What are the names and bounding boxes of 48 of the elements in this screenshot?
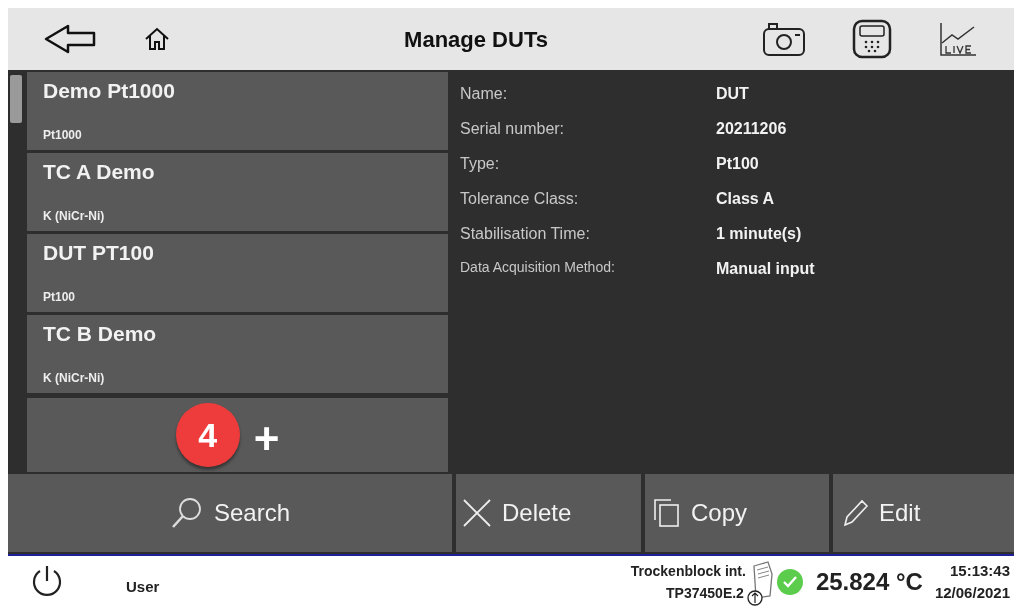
detail-label: Type: <box>460 154 501 174</box>
detail-label: Name: <box>460 84 509 104</box>
device-name: Trockenblock int. <box>630 562 746 581</box>
dut-type: Pt100 <box>43 289 77 306</box>
dut-list-item[interactable]: Demo Pt1000 Pt1000 <box>27 72 448 150</box>
detail-value: 1 minute(s) <box>716 224 803 244</box>
dut-name: TC B Demo <box>43 321 158 347</box>
detail-value: Manual input <box>716 259 816 279</box>
detail-label: Stabilisation Time: <box>460 224 591 244</box>
detail-value: 20211206 <box>716 119 788 139</box>
dut-type: K (NiCr-Ni) <box>43 208 106 225</box>
scrollbar-thumb[interactable] <box>10 75 22 123</box>
dut-type: Pt1000 <box>43 127 83 144</box>
add-dut-button[interactable]: 4 + <box>27 398 448 472</box>
search-icon <box>169 496 204 530</box>
dut-list-item[interactable]: DUT PT100 Pt100 <box>27 234 448 312</box>
detail-label: Serial number: <box>460 119 566 139</box>
copy-button[interactable]: Copy <box>645 474 829 552</box>
step-badge: 4 <box>175 403 240 467</box>
detail-label: Data Acquisition Method: <box>460 258 616 277</box>
screen-title: Manage DUTs <box>403 25 549 54</box>
detail-value: Pt100 <box>716 154 760 174</box>
detail-value: Class A <box>716 189 776 209</box>
dut-type: K (NiCr-Ni) <box>43 370 106 387</box>
temperature-reading: 25.824 °C <box>815 567 923 597</box>
clock-date: 12/06/2021 <box>934 583 1010 603</box>
dut-list-item[interactable]: TC B Demo K (NiCr-Ni) <box>27 315 448 393</box>
camera-icon[interactable] <box>762 21 806 57</box>
detail-value: DUT <box>716 84 750 104</box>
edit-button[interactable]: Edit <box>833 474 1014 552</box>
copy-icon <box>653 498 681 528</box>
delete-button[interactable]: Delete <box>456 474 641 552</box>
close-icon <box>462 498 492 528</box>
back-arrow-icon[interactable] <box>44 23 98 55</box>
live-chart-icon[interactable] <box>938 21 978 57</box>
clock-time: 15:13:43 <box>949 561 1010 581</box>
plus-sign: + <box>253 417 280 461</box>
calculator-icon[interactable] <box>852 19 892 59</box>
home-icon[interactable] <box>144 26 170 52</box>
user-label: User <box>126 576 160 597</box>
device-id: TP37450E.2 <box>666 584 744 603</box>
dut-name: Demo Pt1000 <box>43 78 176 104</box>
dut-list-item[interactable]: TC A Demo K (NiCr-Ni) <box>27 153 448 231</box>
detail-label: Tolerance Class: <box>460 189 580 209</box>
dut-name: DUT PT100 <box>43 240 155 266</box>
pencil-icon <box>841 498 869 528</box>
search-button[interactable]: Search <box>8 474 452 552</box>
dut-name: TC A Demo <box>43 159 156 185</box>
